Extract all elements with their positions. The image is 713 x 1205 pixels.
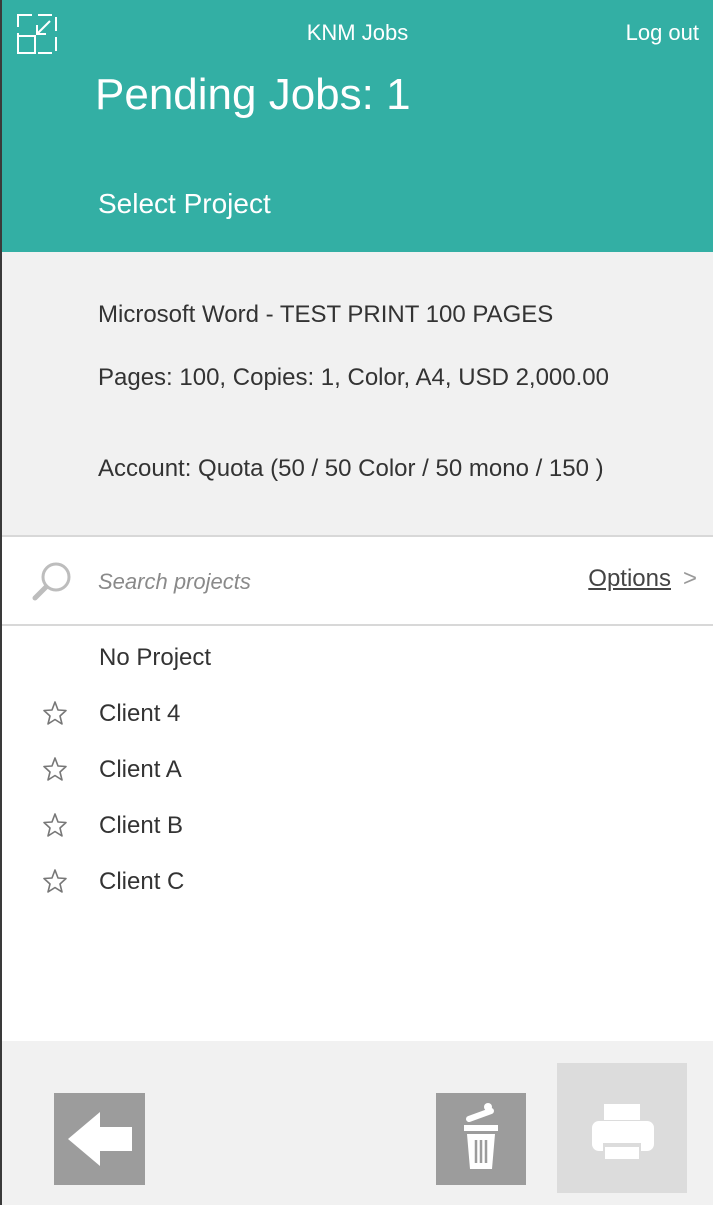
- project-label: Client B: [99, 812, 184, 839]
- project-label: Client 4: [99, 700, 181, 727]
- job-account: Account: Quota (50 / 50 Color / 50 mono …: [98, 455, 604, 482]
- project-item-client-a[interactable]: Client A: [2, 742, 713, 798]
- app-window: KNM Jobs Log out Pending Jobs: 1 Select …: [0, 0, 713, 1205]
- action-bar: [2, 1041, 713, 1205]
- search-input[interactable]: [98, 563, 518, 601]
- project-label: No Project: [99, 644, 212, 671]
- options-link[interactable]: Options: [588, 565, 671, 593]
- section-title: Select Project: [98, 188, 271, 219]
- job-details: Pages: 100, Copies: 1, Color, A4, USD 2,…: [98, 364, 609, 391]
- star-icon[interactable]: [42, 868, 68, 894]
- header: KNM Jobs Log out Pending Jobs: 1 Select …: [2, 0, 713, 252]
- printer-icon: [592, 1104, 654, 1159]
- project-item-client-c[interactable]: Client C: [2, 854, 713, 910]
- project-item-client-4[interactable]: Client 4: [2, 686, 713, 742]
- project-label: Client C: [99, 868, 185, 895]
- app-title: KNM Jobs: [306, 20, 409, 45]
- back-button[interactable]: [54, 1093, 145, 1185]
- star-icon[interactable]: [42, 756, 68, 782]
- project-label: Client A: [99, 756, 182, 783]
- star-icon[interactable]: [42, 812, 68, 838]
- project-list: No Project Client 4 Client A Client B Cl…: [2, 630, 713, 910]
- search-icon: [32, 562, 71, 601]
- project-item-client-b[interactable]: Client B: [2, 798, 713, 854]
- job-title: Microsoft Word - TEST PRINT 100 PAGES: [98, 301, 554, 328]
- print-button[interactable]: [557, 1063, 687, 1193]
- star-icon[interactable]: [42, 700, 68, 726]
- project-item-no-project[interactable]: No Project: [2, 630, 713, 686]
- chevron-right-icon[interactable]: >: [683, 565, 697, 593]
- arrow-left-icon: [68, 1112, 132, 1166]
- logout-link[interactable]: Log out: [626, 20, 699, 46]
- cancel-job-button[interactable]: [436, 1093, 526, 1185]
- trash-icon: [464, 1103, 498, 1169]
- search-bar: Options >: [2, 537, 713, 626]
- pending-jobs-title: Pending Jobs: 1: [95, 70, 411, 119]
- job-info-panel: Microsoft Word - TEST PRINT 100 PAGES Pa…: [2, 252, 713, 537]
